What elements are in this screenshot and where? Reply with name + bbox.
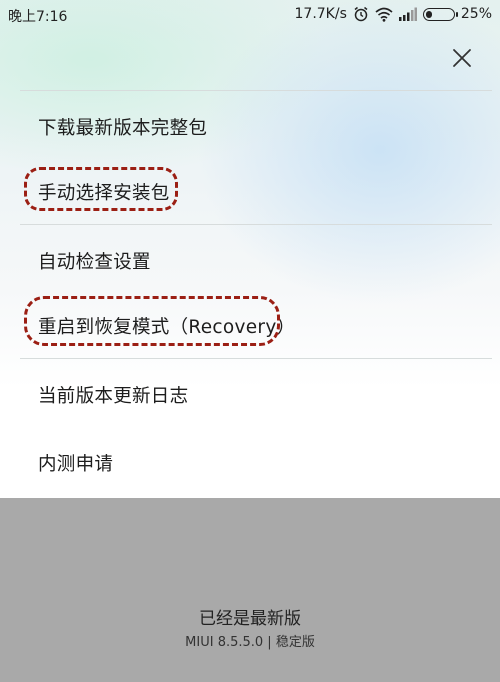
update-menu-sheet: 晚上7:16 17.7K/s 25% 下载最新版本完整包 手动选择安装包 自动检… (0, 0, 500, 498)
menu-item-download-full-package[interactable]: 下载最新版本完整包 (38, 114, 207, 140)
battery-percent: 25% (460, 6, 492, 22)
version-text: MIUI 8.5.5.0 | 稳定版 (185, 635, 315, 650)
alarm-icon (353, 6, 369, 22)
menu-item-manual-select-package[interactable]: 手动选择安装包 (38, 179, 170, 205)
battery-icon (422, 7, 458, 21)
menu-item-changelog[interactable]: 当前版本更新日志 (38, 382, 188, 408)
signal-icon (398, 7, 417, 21)
status-right: 17.7K/s 25% (295, 6, 493, 22)
menu-item-auto-check-settings[interactable]: 自动检查设置 (38, 248, 151, 274)
divider (20, 90, 492, 91)
network-speed: 17.7K/s (294, 6, 347, 22)
battery-level (425, 10, 432, 18)
update-status-text: 已经是最新版 (199, 609, 301, 629)
status-time: 晚上7:16 (8, 9, 68, 25)
menu-item-beta-apply[interactable]: 内测申请 (38, 450, 113, 476)
status-bar: 晚上7:16 17.7K/s 25% (0, 0, 500, 30)
close-icon (453, 49, 471, 67)
close-button[interactable] (448, 44, 476, 72)
wifi-icon (375, 7, 393, 22)
divider (20, 224, 492, 225)
menu-item-reboot-recovery[interactable]: 重启到恢复模式（Recovery） (38, 313, 295, 339)
divider (20, 358, 492, 359)
screen: 晚上7:16 17.7K/s 25% 下载最新版本完整包 手动选择安装包 自动检… (0, 0, 500, 682)
